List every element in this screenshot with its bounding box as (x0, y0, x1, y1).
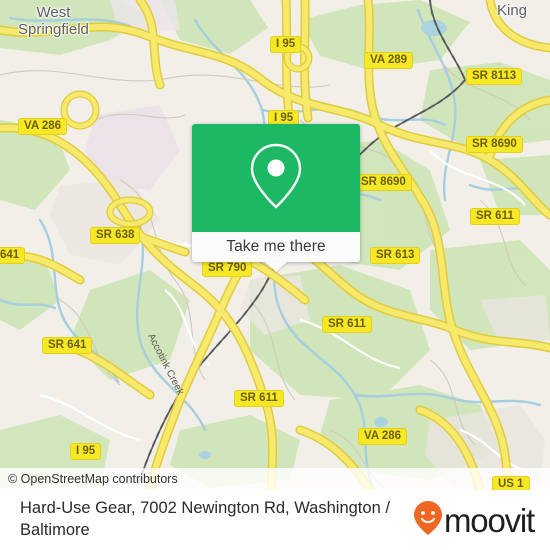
road-shield-sr641[interactable]: SR 641 (42, 337, 93, 354)
map-attribution: © OpenStreetMap contributors (0, 468, 550, 490)
callout-icon-panel (192, 124, 360, 232)
road-shield-label: VA 286 (364, 430, 402, 442)
road-shield-va289[interactable]: VA 289 (364, 52, 414, 69)
road-shield-sr8690-right[interactable]: SR 8690 (466, 136, 523, 153)
road-shield-label: VA 289 (370, 54, 408, 66)
road-shield-va286-top[interactable]: VA 286 (18, 118, 68, 135)
road-shield-sr611-mid[interactable]: SR 611 (322, 316, 372, 333)
attribution-text: © OpenStreetMap contributors (8, 472, 178, 486)
road-shield-label: SR 638 (96, 229, 135, 241)
road-shield-label: SR 8113 (472, 70, 517, 82)
map-screen: West Springfield King Accotink Creek VA … (0, 0, 550, 550)
take-me-there-label: Take me there (226, 238, 326, 255)
place-label-line2: Springfield (18, 21, 89, 38)
road-shield-i95-top[interactable]: I 95 (270, 36, 302, 53)
take-me-there-button[interactable]: Take me there (192, 232, 360, 272)
location-title: Hard-Use Gear, 7002 Newington Rd, Washin… (20, 499, 390, 539)
road-shield-label: SR 641 (48, 339, 87, 351)
road-shield-label: SR 8690 (472, 138, 517, 150)
road-shield-sr790[interactable]: SR 790 (202, 260, 253, 277)
place-label-line1: West (36, 4, 71, 21)
road-shield-label: 641 (0, 249, 20, 261)
road-shield-us1[interactable]: US 1 (492, 476, 530, 490)
callout-pointer (265, 262, 287, 272)
road-shield-sr638[interactable]: SR 638 (90, 227, 141, 244)
road-shield-641-edge[interactable]: 641 (0, 247, 26, 264)
moovit-wordmark: moovit (444, 501, 535, 539)
footer-bar: Hard-Use Gear, 7002 Newington Rd, Washin… (0, 490, 550, 550)
road-shield-sr613[interactable]: SR 613 (370, 247, 421, 264)
place-label-kingstowne: King (497, 2, 527, 19)
road-shield-sr611-right[interactable]: SR 611 (470, 208, 520, 225)
road-shield-label: SR 611 (240, 392, 278, 404)
road-shield-sr8690-mid[interactable]: SR 8690 (355, 174, 412, 191)
road-shield-label: SR 8690 (361, 176, 406, 188)
road-shield-va286-lower[interactable]: VA 286 (358, 428, 408, 445)
road-shield-label: US 1 (498, 478, 524, 490)
road-shield-sr8113[interactable]: SR 8113 (466, 68, 523, 85)
road-shield-label: SR 611 (476, 210, 514, 222)
road-shield-label: I 95 (76, 445, 96, 457)
map-pin-icon (245, 140, 307, 217)
location-callout[interactable]: Take me there (192, 124, 360, 272)
road-shield-sr611-lower[interactable]: SR 611 (234, 390, 284, 407)
moovit-pin-smiley-icon (413, 500, 443, 541)
road-shield-i95-lower[interactable]: I 95 (70, 443, 102, 460)
road-shield-label: I 95 (276, 38, 296, 50)
place-label-west-springfield: West Springfield (18, 4, 89, 38)
road-shield-label: SR 613 (376, 249, 415, 261)
place-label-text: King (497, 2, 528, 19)
road-shield-label: SR 611 (328, 318, 366, 330)
road-shield-label: VA 286 (24, 120, 62, 132)
road-shield-label: I 95 (274, 112, 294, 124)
road-shield-label: SR 790 (208, 262, 247, 274)
moovit-logo[interactable]: moovit (413, 500, 535, 541)
